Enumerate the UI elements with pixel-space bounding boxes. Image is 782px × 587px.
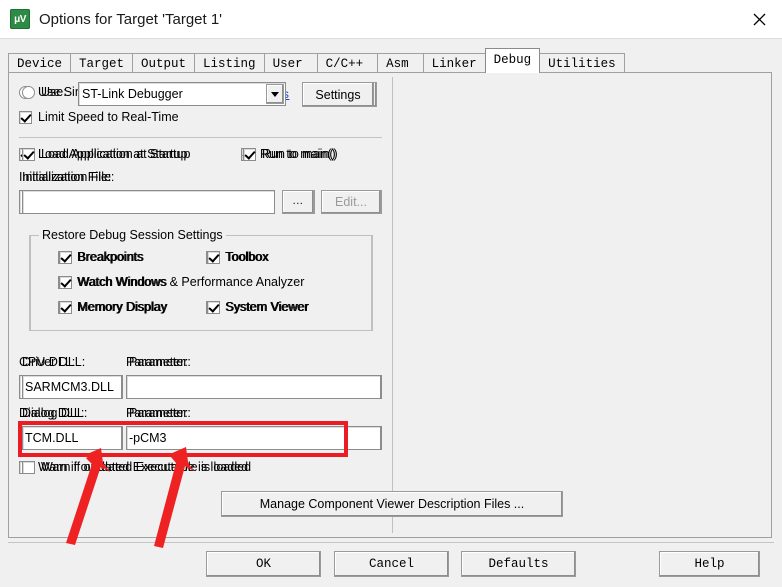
tab-label: Listing — [203, 57, 256, 71]
tab-label: Asm — [386, 57, 409, 71]
tab-label: Target — [79, 57, 125, 71]
dialog-parameter-label: Parameter: — [126, 406, 188, 420]
tab-debug[interactable]: Debug — [484, 48, 541, 73]
section-divider — [20, 137, 378, 138]
keil-uvision-icon — [10, 9, 30, 29]
initialization-file-input[interactable] — [22, 190, 275, 214]
dialog-dll-label: Dialog DLL: — [22, 406, 88, 420]
dialog-dll-input[interactable]: TCM.DLL — [22, 426, 122, 450]
checkbox-indicator — [207, 250, 220, 264]
restore-breakpoints-checkbox[interactable]: Breakpoints — [59, 250, 144, 264]
driver-dll-label: Driver DLL: — [22, 355, 86, 369]
cancel-button[interactable]: Cancel — [334, 551, 449, 577]
restore-memory-display-checkbox[interactable]: Memory Display — [59, 300, 168, 314]
warn-outdated-executable-checkbox[interactable]: Warn if outdated Executable is loaded — [22, 460, 251, 474]
driver-parameter-input[interactable] — [126, 375, 381, 399]
restore-watch-windows-checkbox[interactable]: Watch Windows — [59, 275, 167, 289]
title-bar: Options for Target 'Target 1' — [0, 0, 782, 39]
warn-outdated-label: Warn if outdated Executable is loaded — [41, 460, 252, 474]
checkbox-indicator — [19, 110, 32, 124]
checkbox-indicator — [59, 275, 72, 289]
checkbox-indicator — [22, 460, 35, 474]
initialization-file-label: Initialization File: — [22, 170, 115, 184]
restore-item-label: Toolbox — [226, 250, 270, 264]
restore-group-title: Restore Debug Session Settings — [39, 228, 226, 242]
use-debugger-label: Use: — [41, 85, 67, 99]
restore-toolbox-checkbox[interactable]: Toolbox — [207, 250, 269, 264]
tab-label: Linker — [431, 57, 477, 71]
defaults-button[interactable]: Defaults — [461, 551, 576, 577]
tab-label: C/C++ — [325, 57, 364, 71]
footer-divider — [8, 542, 774, 543]
limit-speed-label: Limit Speed to Real-Time — [38, 110, 179, 124]
tab-label: User — [272, 57, 303, 71]
restore-item-label: System Viewer — [226, 300, 310, 314]
close-button[interactable] — [736, 0, 782, 38]
help-button[interactable]: Help — [659, 551, 760, 577]
checkbox-indicator — [22, 147, 35, 161]
debugger-select-value: ST-Link Debugger — [82, 87, 183, 101]
debugger-select[interactable]: ST-Link Debugger — [78, 82, 286, 106]
tab-label: Output — [141, 57, 187, 71]
limit-speed-checkbox[interactable]: Limit Speed to Real-Time — [19, 110, 179, 124]
tab-label: Debug — [493, 53, 532, 67]
run-to-main-checkbox[interactable]: Run to main() — [243, 147, 338, 161]
initialization-file-browse-button[interactable]: ... — [282, 190, 314, 214]
dialog-parameter-input[interactable]: -pCM3 — [126, 426, 381, 450]
ok-button[interactable]: OK — [206, 551, 321, 577]
checkbox-indicator — [243, 147, 256, 161]
restore-debug-session-group: Restore Debug Session Settings Breakpoin… — [30, 228, 373, 331]
chevron-down-icon[interactable] — [266, 84, 284, 104]
restore-system-viewer-checkbox[interactable]: System Viewer — [207, 300, 309, 314]
tab-strip: Device Target Output Listing User C/C++ … — [8, 47, 782, 75]
tab-label: Utilities — [548, 57, 616, 71]
debug-settings-panel: Use Simulator with restrictions Settings… — [8, 72, 772, 538]
restore-item-label: Breakpoints — [78, 250, 145, 264]
pane-divider — [392, 77, 393, 533]
window-title: Options for Target 'Target 1' — [39, 10, 223, 28]
use-debugger-radio[interactable]: Use: — [22, 85, 67, 99]
close-icon — [753, 13, 765, 25]
load-application-checkbox[interactable]: Load Application at Startup — [22, 147, 190, 161]
checkbox-indicator — [59, 300, 72, 314]
restore-item-label: Memory Display — [78, 300, 168, 314]
driver-parameter-label: Parameter: — [126, 355, 188, 369]
manage-component-viewer-button[interactable]: Manage Component Viewer Description File… — [221, 491, 563, 517]
checkbox-indicator — [207, 300, 220, 314]
tab-label: Device — [17, 57, 63, 71]
checkbox-indicator — [59, 250, 72, 264]
initialization-file-edit-button: Edit... — [321, 190, 381, 214]
debugger-settings-button[interactable]: Settings — [302, 82, 374, 107]
run-to-main-label: Run to main() — [262, 147, 338, 161]
radio-indicator — [22, 85, 35, 99]
restore-item-label: Watch Windows — [78, 275, 168, 289]
driver-dll-input[interactable]: SARMCM3.DLL — [22, 375, 122, 399]
footer-bar: OK Cancel Defaults Help — [0, 549, 782, 581]
load-application-label: Load Application at Startup — [41, 147, 191, 161]
